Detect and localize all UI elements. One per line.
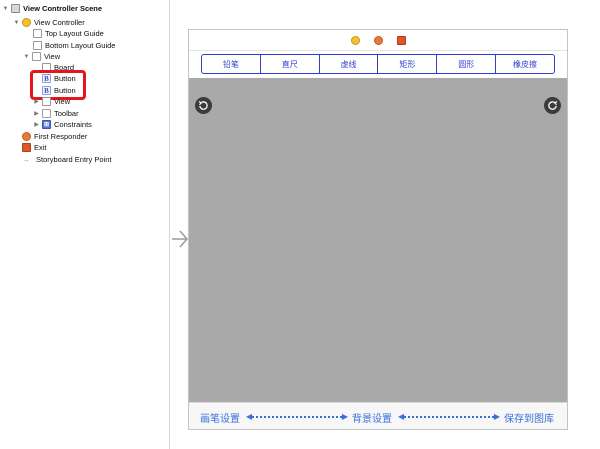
- segment-circle[interactable]: 圆形: [437, 55, 497, 73]
- tree-row-first-responder[interactable]: First Responder: [22, 131, 87, 142]
- scene-icon: [11, 4, 20, 13]
- top-layout-guide-label: Top Layout Guide: [45, 29, 104, 38]
- layout-guide-icon: [33, 29, 42, 38]
- disclosure-open-icon[interactable]: ▼: [2, 5, 9, 12]
- tree-row-view-controller[interactable]: ▼ View Controller: [13, 17, 85, 28]
- segment-pencil[interactable]: 铅笔: [202, 55, 261, 73]
- view-icon: [32, 52, 41, 61]
- segment-eraser[interactable]: 橡皮擦: [496, 55, 554, 73]
- disclosure-open-icon[interactable]: ▼: [23, 53, 30, 60]
- flexible-space-right: ◀ ▶: [398, 412, 500, 422]
- toolbar-icon: [42, 109, 51, 118]
- undo-button[interactable]: [195, 97, 212, 114]
- toolbar-label: Toolbar: [54, 109, 79, 118]
- disclosure-closed-icon[interactable]: ▶: [33, 121, 40, 128]
- first-responder-label: First Responder: [34, 132, 88, 141]
- exit-icon: [22, 143, 31, 152]
- tree-row-constraints[interactable]: ▶ ⊞ Constraints: [33, 119, 92, 130]
- view-controller-label: View Controller: [34, 18, 85, 27]
- first-responder-icon[interactable]: [373, 35, 383, 45]
- subview-label: View: [54, 97, 71, 106]
- segment-rectangle[interactable]: 矩形: [378, 55, 438, 73]
- storyboard-entry-label: Storyboard Entry Point: [36, 155, 112, 164]
- document-outline: ▼ View Controller Scene ▼ View Controlle…: [0, 0, 170, 449]
- tree-row-toolbar[interactable]: ▶ Toolbar: [33, 108, 79, 119]
- view-label: View: [44, 52, 61, 61]
- drawing-board-view[interactable]: [189, 78, 567, 402]
- flexible-space-left: ◀ ▶: [246, 412, 348, 422]
- constraints-label: Constraints: [54, 120, 92, 129]
- arrow-right-icon: ▶: [493, 412, 500, 421]
- storyboard-entry-arrow-icon[interactable]: [171, 229, 189, 249]
- flexible-space-line: [404, 416, 494, 418]
- exit-label: Exit: [34, 143, 47, 152]
- entry-arrow-icon: →: [22, 155, 30, 164]
- redo-icon: [548, 100, 558, 110]
- tree-row-view[interactable]: ▼ View: [23, 51, 60, 62]
- save-to-album-button[interactable]: 保存到图库: [504, 410, 554, 425]
- undo-icon: [198, 100, 208, 110]
- tree-row-subview[interactable]: ▶ View: [33, 96, 70, 107]
- constraints-icon: ⊞: [42, 120, 51, 129]
- bottom-toolbar: 画笔设置 ◀ ▶ 背景设置 ◀ ▶ 保存到图库: [189, 402, 567, 429]
- segment-dashed-line[interactable]: 虚线: [320, 55, 379, 73]
- disclosure-closed-icon[interactable]: ▶: [33, 110, 40, 117]
- redo-button[interactable]: [544, 97, 561, 114]
- tree-row-bottom-layout-guide[interactable]: Bottom Layout Guide: [33, 40, 115, 51]
- tree-row-storyboard-entry[interactable]: → Storyboard Entry Point: [22, 154, 111, 165]
- layout-guide-icon: [33, 41, 42, 50]
- exit-icon[interactable]: [396, 35, 406, 45]
- tree-row-exit[interactable]: Exit: [22, 142, 47, 153]
- view-icon: [42, 97, 51, 106]
- first-responder-icon: [22, 132, 31, 141]
- disclosure-open-icon[interactable]: ▼: [13, 19, 20, 26]
- view-controller-icon[interactable]: [350, 35, 360, 45]
- background-settings-button[interactable]: 背景设置: [352, 410, 392, 425]
- arrow-right-icon: ▶: [341, 412, 348, 421]
- flexible-space-line: [252, 416, 342, 418]
- drawing-tool-segmented-control[interactable]: 铅笔 直尺 虚线 矩形 圆形 橡皮擦: [201, 54, 555, 74]
- tree-row-scene[interactable]: ▼ View Controller Scene: [2, 3, 102, 14]
- view-controller-scene-frame[interactable]: 铅笔 直尺 虚线 矩形 圆形 橡皮擦 画笔设置 ◀ ▶ 背景设置 ◀ ▶ 保存到…: [188, 29, 568, 430]
- bottom-layout-guide-label: Bottom Layout Guide: [45, 41, 116, 50]
- disclosure-closed-icon[interactable]: ▶: [33, 98, 40, 105]
- xcode-storyboard-editor: ▼ View Controller Scene ▼ View Controlle…: [0, 0, 600, 449]
- tree-row-top-layout-guide[interactable]: Top Layout Guide: [33, 28, 104, 39]
- segment-ruler[interactable]: 直尺: [261, 55, 320, 73]
- brush-settings-button[interactable]: 画笔设置: [200, 410, 240, 425]
- scene-dock: [189, 30, 567, 51]
- scene-title: View Controller Scene: [23, 4, 103, 13]
- view-controller-icon: [22, 18, 31, 27]
